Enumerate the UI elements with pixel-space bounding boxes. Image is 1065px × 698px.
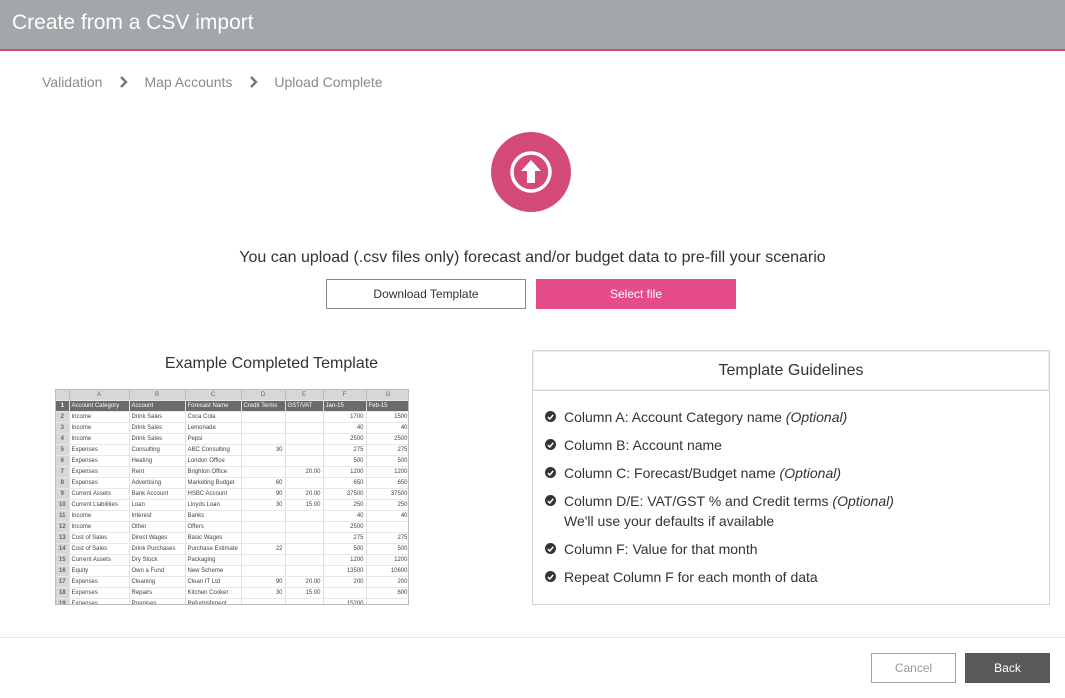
select-file-button[interactable]: Select file [536,279,736,309]
upload-arrow-icon [491,132,571,212]
cancel-button[interactable]: Cancel [871,653,956,683]
guideline-text: Column B: Account name [564,437,722,453]
table-row: 14 Cost of Sales Drink Purchases Purchase E… [56,543,408,556]
breadcrumb-step-map-accounts[interactable]: Map Accounts [144,74,232,90]
guideline-text: Column A: Account Category name [564,409,786,425]
guideline-text: Column D/E: VAT/GST % and Credit terms [564,493,833,509]
check-circle-icon [545,571,556,582]
table-row: 18 Expenses Repairs Kitchen Cooker 30 15.00 60… [56,587,408,600]
check-circle-icon [545,467,556,478]
table-row: 11 Income Interest Banks 40 40 [56,510,408,523]
guideline-text: Column F: Value for that month [564,541,758,557]
chevron-right-icon [102,76,144,88]
table-row: 16 Equity Own a Fund New Scheme 13500 10600 [56,565,408,578]
table-row: 2 Income Drink Sales Coca Cola 1700 1500 [56,411,408,424]
chevron-right-icon [232,76,274,88]
template-guidelines-panel: Template Guidelines Column A: Account Ca… [532,350,1050,605]
table-row: 7 Expenses Rent Brighton Office 20.00 1200 120… [56,466,408,479]
table-row: 3 Income Drink Sales Lemonade 40 40 [56,422,408,435]
check-circle-icon [545,543,556,554]
back-button[interactable]: Back [965,653,1050,683]
optional-label: (Optional) [785,409,848,425]
table-row: 8 Expenses Advertising Marketing Budget 60 65… [56,477,408,490]
guidelines-title: Template Guidelines [533,351,1049,391]
breadcrumb-step-upload-complete[interactable]: Upload Complete [274,74,382,90]
download-template-button[interactable]: Download Template [326,279,526,309]
guideline-item: Column B: Account name [545,437,722,453]
guideline-item: Column C: Forecast/Budget name (Optional… [545,465,841,481]
guideline-text: Column C: Forecast/Budget name [564,465,780,481]
breadcrumb: Validation Map Accounts Upload Complete [42,74,383,90]
page-title: Create from a CSV import [12,11,254,34]
table-row: 4 Income Drink Sales Pepsi 2500 2500 [56,433,408,446]
table-row: 10 Current Liabilities Loan Lloyds Loan 30 15… [56,499,408,512]
guideline-item: Column F: Value for that month [545,541,758,557]
table-row: 19 Expenses Premises Refurbishment 15200 [56,598,408,604]
optional-label: (Optional) [779,465,842,481]
guideline-text: Repeat Column F for each month of data [564,569,818,585]
check-circle-icon [545,411,556,422]
column-letter-row: A B C D E F G [56,390,408,402]
table-row: 6 Expenses Heating London Office 500 500 [56,455,408,468]
table-header-row: 1 Account Category Account Forecast Name… [56,400,408,413]
guideline-item: Column D/E: VAT/GST % and Credit terms (… [545,493,894,529]
page-header: Create from a CSV import [0,0,1065,51]
table-row: 15 Current Assets Dry Stock Packaging 1200 12… [56,554,408,567]
guideline-item: Column A: Account Category name (Optiona… [545,409,847,425]
example-spreadsheet: A B C D E F G 1 Account Category Account… [55,389,409,605]
upload-instructions: You can upload (.csv files only) forecas… [239,249,826,266]
table-row: 12 Income Other Offers 2500 [56,521,408,534]
example-template-title: Example Completed Template [164,355,379,372]
table-row: 5 Expenses Consulting ABC Consulting 30 275 27… [56,444,408,457]
check-circle-icon [545,439,556,450]
table-row: 13 Cost of Sales Direct Wages Basic Wages 27… [56,532,408,545]
footer-divider [0,637,1065,638]
optional-label: (Optional) [832,493,894,509]
table-row: 17 Expenses Cleaning Clean IT Ltd 90 20.00 200… [56,576,408,589]
table-row: 9 Current Assets Bank Account HSBC Account 9… [56,488,408,501]
check-circle-icon [545,495,556,506]
guideline-subtext: We'll use your defaults if available [564,513,775,529]
guideline-item: Repeat Column F for each month of data [545,569,818,585]
breadcrumb-step-validation[interactable]: Validation [42,74,102,90]
